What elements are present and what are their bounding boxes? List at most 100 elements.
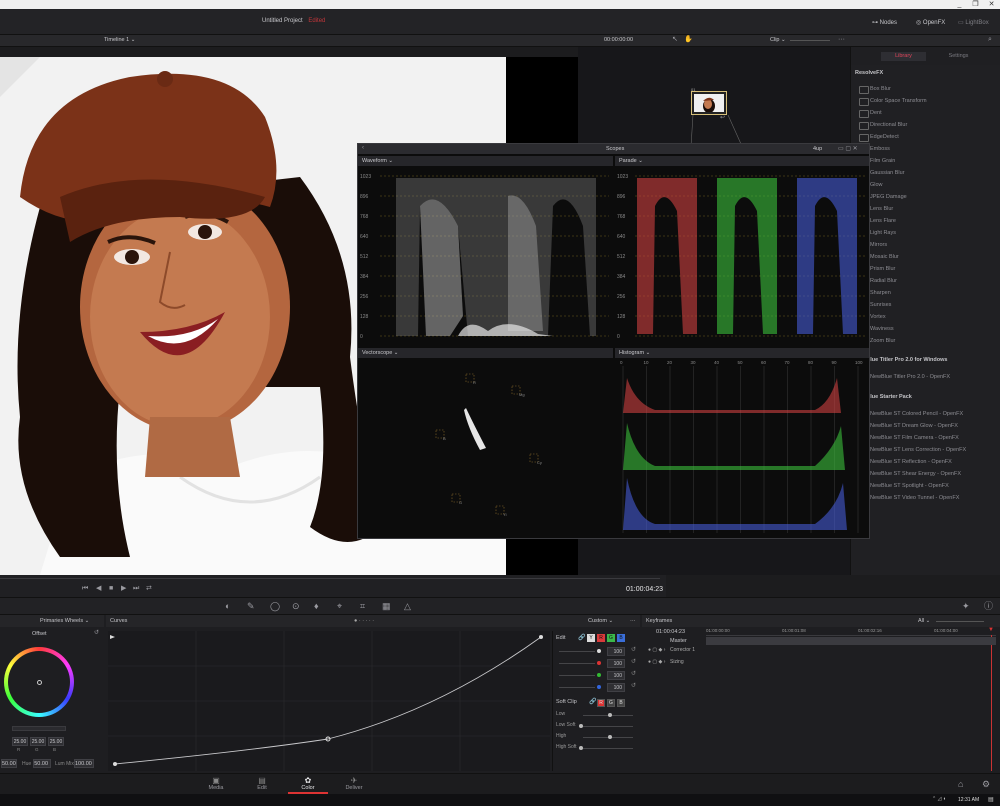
fx-item[interactable]: NewBlue ST Dream Glow - OpenFX — [859, 420, 997, 432]
reset-icon[interactable]: ↺ — [631, 682, 636, 689]
fx-item[interactable]: Lens Blur — [859, 203, 997, 215]
vectorscope-header[interactable]: Vectorscope ⌄ — [358, 348, 613, 358]
playhead-marker[interactable]: ▼ — [988, 627, 994, 633]
close-button[interactable]: ✕ — [984, 0, 999, 9]
more-options-icon[interactable]: ··· — [838, 36, 845, 43]
search-icon[interactable]: ⌕ — [988, 36, 992, 43]
intensity-slider[interactable] — [559, 663, 595, 664]
fx-item[interactable]: Radial Blur — [859, 275, 997, 287]
intensity-field[interactable]: 100 — [607, 659, 625, 668]
collapse-icon[interactable]: ‹ — [362, 145, 364, 151]
curves-more-icon[interactable]: ··· — [630, 615, 636, 627]
tab-settings[interactable]: Settings — [936, 52, 981, 61]
go-to-start-icon[interactable]: ⏮ — [82, 585, 88, 592]
page-tab-edit[interactable]: ▤ Edit — [242, 776, 282, 794]
curves-graph[interactable] — [108, 631, 550, 771]
maximize-button[interactable]: ❐ — [968, 0, 983, 9]
lightbox-button[interactable]: ▭ LightBox — [958, 19, 989, 26]
scopes-layout-select[interactable]: 4up — [813, 146, 822, 152]
track-controls[interactable]: ● ▢ ◆ › — [648, 647, 665, 653]
edit-channel-g[interactable]: G — [607, 634, 615, 642]
fx-item[interactable]: NewBlue ST Lens Correction - OpenFX — [859, 444, 997, 456]
intensity-field[interactable]: 100 — [607, 683, 625, 692]
blur-icon[interactable]: ⌖ — [337, 602, 342, 611]
softclip-knob[interactable] — [608, 713, 612, 717]
qualifier-icon[interactable]: ✎ — [247, 602, 255, 611]
link-channels-icon[interactable]: 🔗 — [578, 634, 585, 641]
track-controls[interactable]: ● ▢ ◆ › — [648, 659, 665, 665]
lummix-field[interactable]: 100.00 — [74, 759, 94, 768]
offset-rgb-field[interactable]: 25.00 — [30, 737, 46, 746]
fx-item[interactable]: NewBlue ST Shear Energy - OpenFX — [859, 468, 997, 480]
reset-icon[interactable]: ↺ — [94, 630, 99, 636]
reset-icon[interactable]: ↺ — [631, 658, 636, 665]
primaries-header[interactable]: Primaries Wheels ⌄ — [0, 615, 104, 627]
fx-item[interactable]: Dent — [859, 107, 997, 119]
notifications-icon[interactable]: ▤ — [988, 796, 994, 803]
parade-header[interactable]: Parade ⌄ — [615, 156, 869, 166]
fx-item[interactable]: Sunrises — [859, 299, 997, 311]
intensity-knob[interactable] — [597, 685, 601, 689]
fx-item[interactable]: Mirrors — [859, 239, 997, 251]
info-icon[interactable]: ⓘ — [984, 602, 993, 611]
softclip-knob[interactable] — [579, 724, 583, 728]
offset-master-wheel[interactable] — [12, 726, 66, 731]
fx-item[interactable]: Color Space Transform — [859, 95, 997, 107]
edit-channel-y[interactable]: Y — [587, 634, 595, 642]
sizing-icon[interactable]: ▦ — [382, 602, 391, 611]
openfx-button[interactable]: ◎ OpenFX — [916, 19, 945, 26]
3d-icon[interactable]: △ — [404, 602, 411, 611]
intensity-field[interactable]: 100 — [607, 647, 625, 656]
stop-icon[interactable]: ■ — [109, 585, 113, 592]
softclip-knob[interactable] — [579, 746, 583, 750]
contrast-field[interactable]: 50.00 — [1, 759, 17, 768]
histogram-header[interactable]: Histogram ⌄ — [615, 348, 869, 358]
play-icon[interactable]: ▶ — [121, 585, 126, 592]
fx-item[interactable]: Directional Blur — [859, 119, 997, 131]
link-softclip-icon[interactable]: 🔗 — [589, 698, 596, 705]
node-01[interactable] — [691, 91, 727, 115]
fx-item[interactable]: Emboss — [859, 143, 997, 155]
scrub-bar[interactable] — [0, 578, 660, 579]
intensity-knob[interactable] — [597, 649, 601, 653]
fx-item[interactable]: JPEG Damage — [859, 191, 997, 203]
offset-color-wheel[interactable] — [4, 647, 74, 717]
primaries-icon[interactable]: ◐ — [225, 602, 230, 611]
intensity-field[interactable]: 100 — [607, 671, 625, 680]
fx-item[interactable]: NewBlue ST Colored Pencil - OpenFX — [859, 408, 997, 420]
intensity-slider[interactable] — [559, 675, 595, 676]
step-back-icon[interactable]: ◀ — [96, 585, 101, 592]
fx-item[interactable]: NewBlue Titler Pro 2.0 - OpenFX — [859, 371, 997, 383]
fx-item[interactable]: Zoom Blur — [859, 335, 997, 347]
edit-channel-r[interactable]: R — [597, 634, 605, 642]
effects-icon[interactable]: ✦ — [962, 602, 970, 611]
timeline-selector[interactable]: Timeline 1 ⌄ — [104, 37, 135, 43]
fx-item[interactable]: Film Grain — [859, 155, 997, 167]
offset-rgb-field[interactable]: 25.00 — [48, 737, 64, 746]
softclip-r-button[interactable]: R — [597, 699, 605, 707]
fx-item[interactable]: Glow — [859, 179, 997, 191]
fx-item[interactable]: Prism Blur — [859, 263, 997, 275]
intensity-knob[interactable] — [597, 661, 601, 665]
window-icon[interactable]: ◯ — [270, 602, 280, 611]
magic-mask-icon[interactable]: ♦ — [314, 602, 319, 611]
tab-library[interactable]: Library — [881, 52, 926, 61]
key-icon[interactable]: ⌗ — [360, 602, 365, 611]
fx-item[interactable]: EdgeDetect — [859, 131, 997, 143]
clip-selector[interactable]: Clip ⌄ — [770, 37, 786, 43]
intensity-knob[interactable] — [597, 673, 601, 677]
edit-channel-b[interactable]: B — [617, 634, 625, 642]
fx-item[interactable]: Light Rays — [859, 227, 997, 239]
fx-item[interactable]: Waviness — [859, 323, 997, 335]
tray-icons[interactable]: ⌃ ◿ ◖ — [932, 796, 946, 802]
scopes-window-controls[interactable]: ▭ ▢ ✕ — [838, 145, 858, 152]
fx-item[interactable]: Sharpen — [859, 287, 997, 299]
offset-rgb-field[interactable]: 25.00 — [12, 737, 28, 746]
page-tab-color[interactable]: ✿ Color — [288, 776, 328, 794]
tracker-icon[interactable]: ⊙ — [292, 602, 300, 611]
fx-item[interactable]: Mosaic Blur — [859, 251, 997, 263]
reset-icon[interactable]: ↺ — [631, 670, 636, 677]
fx-item[interactable]: Lens Flare — [859, 215, 997, 227]
fx-item[interactable]: Gaussian Blur — [859, 167, 997, 179]
hue-field[interactable]: 50.00 — [33, 759, 51, 768]
